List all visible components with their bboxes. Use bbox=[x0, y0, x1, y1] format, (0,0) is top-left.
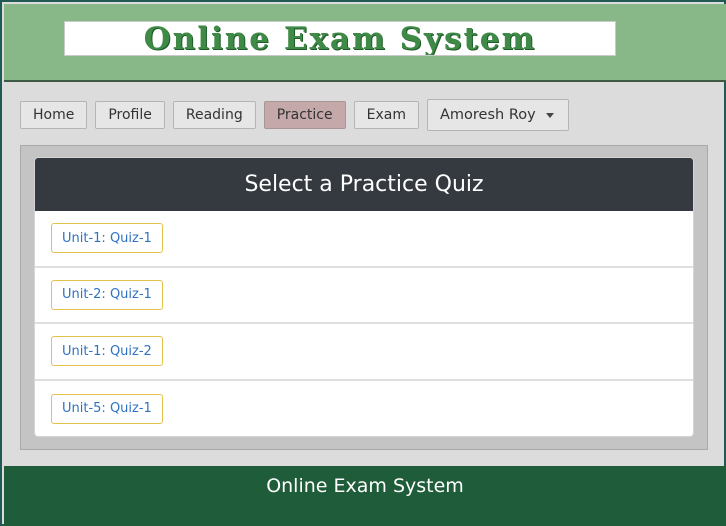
site-footer: Online Exam System bbox=[4, 466, 726, 526]
footer-text: Online Exam System bbox=[266, 475, 464, 497]
card-title: Select a Practice Quiz bbox=[35, 158, 693, 211]
main-nav: Home Profile Reading Practice Exam Amore… bbox=[20, 99, 569, 131]
quiz-button-unit1-quiz1[interactable]: Unit-1: Quiz-1 bbox=[51, 223, 163, 254]
quiz-list-item: Unit-1: Quiz-1 bbox=[35, 211, 693, 268]
site-logo[interactable]: Online Exam System bbox=[64, 21, 616, 56]
nav-reading-button[interactable]: Reading bbox=[172, 101, 256, 129]
practice-quiz-card: Select a Practice Quiz Unit-1: Quiz-1 Un… bbox=[34, 157, 694, 437]
quiz-button-unit5-quiz1[interactable]: Unit-5: Quiz-1 bbox=[51, 393, 163, 424]
nav-exam-button[interactable]: Exam bbox=[353, 101, 419, 129]
quiz-list-item: Unit-1: Quiz-2 bbox=[35, 324, 693, 381]
quiz-list-item: Unit-2: Quiz-1 bbox=[35, 268, 693, 324]
app-frame: Online Exam System Home Profile Reading … bbox=[0, 0, 726, 526]
nav-practice-button[interactable]: Practice bbox=[263, 101, 346, 129]
user-menu-dropdown[interactable]: Amoresh Roy bbox=[426, 99, 569, 131]
content-panel: Select a Practice Quiz Unit-1: Quiz-1 Un… bbox=[20, 145, 708, 450]
site-header: Online Exam System bbox=[4, 4, 726, 82]
quiz-button-unit1-quiz2[interactable]: Unit-1: Quiz-2 bbox=[51, 336, 163, 367]
quiz-list-item: Unit-5: Quiz-1 bbox=[35, 381, 693, 437]
nav-home-button[interactable]: Home bbox=[20, 101, 88, 129]
caret-down-icon bbox=[545, 112, 554, 118]
user-name-label: Amoresh Roy bbox=[439, 107, 536, 123]
nav-profile-button[interactable]: Profile bbox=[95, 101, 165, 129]
quiz-button-unit2-quiz1[interactable]: Unit-2: Quiz-1 bbox=[51, 279, 163, 310]
